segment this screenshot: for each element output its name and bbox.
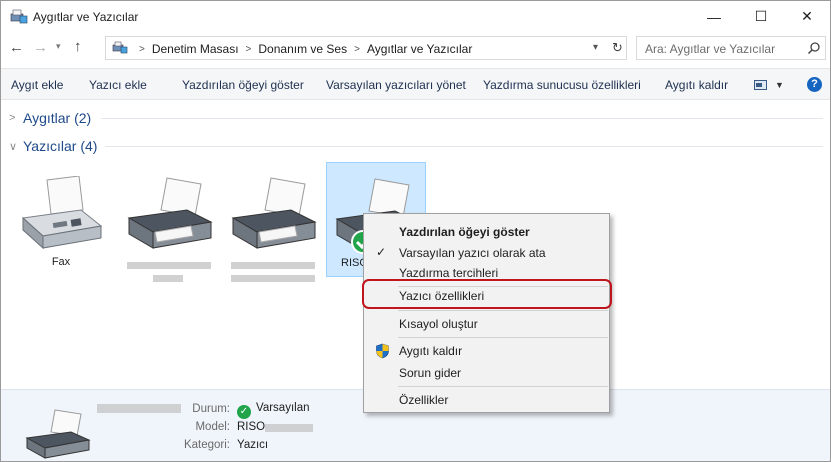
model-label: Model: — [195, 421, 230, 433]
group-printers-label: Yazıcılar (4) — [23, 138, 98, 154]
close-icon: ✕ — [801, 8, 813, 24]
menu-item-label: Aygıtı kaldır — [399, 344, 463, 358]
remove-device-button[interactable]: Aygıtı kaldır — [665, 78, 728, 92]
title-bar: Aygıtlar ve Yazıcılar — ☐ ✕ — [1, 1, 830, 32]
chevron-right-icon[interactable]: > — [354, 44, 360, 55]
printer-icon — [25, 409, 91, 459]
menu-item-label: Yazdırılan öğeyi göster — [399, 225, 530, 239]
back-arrow-icon[interactable]: ← — [9, 39, 24, 56]
chevron-down-icon: ∨ — [9, 140, 18, 153]
printer-label: Fax — [51, 256, 71, 268]
status-text: Varsayılan — [256, 402, 310, 414]
forward-arrow-icon[interactable]: → — [33, 39, 48, 56]
search-placeholder: Ara: Aygıtlar ve Yazıcılar — [645, 42, 776, 56]
status-label: Durum: — [192, 403, 230, 415]
maximize-button[interactable]: ☐ — [738, 1, 784, 32]
highlight-annotation — [362, 279, 612, 309]
context-menu: Yazdırılan öğeyi göster ✓ Varsayılan yaz… — [363, 213, 610, 413]
close-button[interactable]: ✕ — [784, 1, 830, 32]
breadcrumb: > Denetim Masası > Donanım ve Ses > Aygı… — [132, 42, 472, 56]
category-value: Yazıcı — [237, 439, 269, 451]
chevron-right-icon: > — [9, 112, 16, 124]
menu-separator — [398, 310, 608, 311]
checkmark-icon: ✓ — [376, 245, 387, 259]
minimize-button[interactable]: — — [691, 1, 737, 32]
menu-item-label: Varsayılan yazıcı olarak ata — [399, 246, 546, 260]
model-value: RISO — [237, 421, 266, 433]
help-icon[interactable]: ? — [807, 77, 822, 92]
printer-item-fax[interactable]: Fax — [11, 162, 111, 277]
manage-default-printers-button[interactable]: Varsayılan yazıcıları yönet — [326, 78, 466, 92]
printer-item[interactable] — [119, 162, 219, 282]
view-icon — [754, 80, 767, 90]
window-title: Aygıtlar ve Yazıcılar — [33, 10, 139, 24]
print-server-properties-button[interactable]: Yazdırma sunucusu özellikleri — [483, 78, 641, 92]
menu-item-see-whats-printing[interactable]: Yazdırılan öğeyi göster — [364, 222, 609, 242]
menu-item-label: Yazdırma tercihleri — [399, 266, 499, 280]
refresh-icon[interactable]: ↻ — [612, 40, 623, 56]
menu-item-create-shortcut[interactable]: Kısayol oluştur — [364, 314, 609, 334]
obscured-label — [231, 275, 315, 282]
devices-printers-window: Aygıtlar ve Yazıcılar — ☐ ✕ ← → ▾ ↑ > De… — [0, 0, 831, 462]
maximize-icon: ☐ — [754, 8, 768, 24]
chevron-right-icon[interactable]: > — [246, 44, 252, 55]
add-device-button[interactable]: Aygıt ekle — [11, 78, 63, 92]
menu-item-troubleshoot[interactable]: Sorun gider — [364, 363, 609, 383]
fax-icon — [21, 176, 103, 250]
group-printers-header[interactable]: ∨ Yazıcılar (4) — [9, 137, 97, 155]
change-view-button[interactable]: ▼ — [754, 77, 784, 93]
menu-item-remove-device[interactable]: Aygıtı kaldır — [364, 341, 609, 361]
command-bar: Aygıt ekle Yazıcı ekle Yazdırılan öğeyi … — [1, 68, 830, 100]
group-divider — [105, 146, 823, 147]
breadcrumb-item[interactable]: Donanım ve Ses — [258, 42, 347, 56]
obscured-label — [265, 424, 313, 432]
up-arrow-icon[interactable]: ↑ — [74, 38, 82, 55]
menu-item-label: Kısayol oluştur — [399, 317, 478, 331]
group-devices-header[interactable]: > Aygıtlar (2) — [9, 109, 91, 127]
printer-icon — [231, 177, 317, 249]
menu-separator — [398, 337, 608, 338]
obscured-label — [231, 262, 315, 269]
check-icon: ✓ — [237, 405, 251, 419]
minimize-icon: — — [707, 8, 721, 25]
printer-item[interactable] — [223, 162, 323, 282]
printer-icon — [127, 177, 213, 249]
obscured-label — [153, 275, 183, 282]
see-whats-printing-button[interactable]: Yazdırılan öğeyi göster — [182, 78, 304, 92]
breadcrumb-item[interactable]: Denetim Masası — [152, 42, 239, 56]
breadcrumb-item[interactable]: Aygıtlar ve Yazıcılar — [367, 42, 472, 56]
group-divider — [101, 118, 823, 119]
recent-locations-chevron-icon[interactable]: ▾ — [56, 41, 61, 52]
category-label: Kategori: — [183, 439, 230, 451]
search-input[interactable]: Ara: Aygıtlar ve Yazıcılar — [636, 36, 826, 60]
menu-item-properties[interactable]: Özellikler — [364, 390, 609, 410]
status-value: ✓ Varsayılan — [237, 402, 309, 419]
menu-item-label: Özellikler — [399, 393, 449, 407]
shield-icon — [376, 343, 389, 359]
address-row: ← → ▾ ↑ > Denetim Masası > Donanım ve Se… — [1, 32, 830, 64]
address-dropdown-icon[interactable]: ▾ — [593, 42, 598, 53]
address-bar[interactable]: > Denetim Masası > Donanım ve Ses > Aygı… — [105, 36, 627, 60]
obscured-label — [127, 262, 211, 269]
menu-item-set-default-printer[interactable]: ✓ Varsayılan yazıcı olarak ata — [364, 243, 609, 263]
control-panel-icon — [112, 41, 128, 54]
devices-printers-icon — [10, 9, 28, 24]
add-printer-button[interactable]: Yazıcı ekle — [89, 78, 147, 92]
group-devices-label: Aygıtlar (2) — [23, 110, 92, 126]
search-icon[interactable] — [807, 41, 821, 55]
chevron-right-icon[interactable]: > — [139, 44, 145, 55]
menu-item-label: Sorun gider — [399, 366, 462, 380]
chevron-down-icon: ▼ — [775, 80, 784, 90]
menu-separator — [398, 386, 608, 387]
